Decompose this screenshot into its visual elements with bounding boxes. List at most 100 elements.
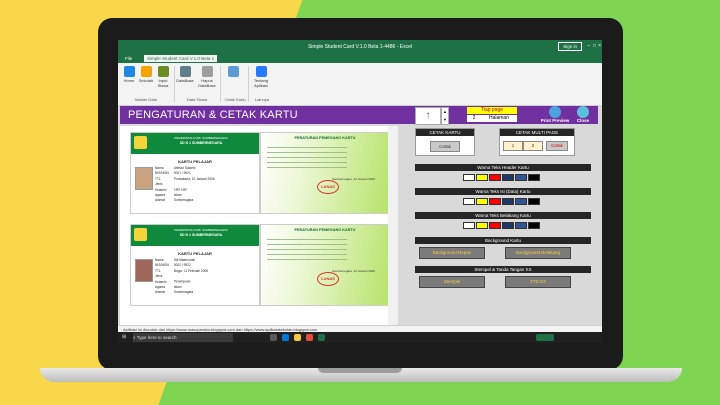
- swatch-white[interactable]: [463, 198, 475, 205]
- worksheet: PENGATURAN & CETAK KARTU ↑ ▲ ▼ Tiap page …: [118, 106, 602, 325]
- ribbon-home-button[interactable]: Home: [120, 66, 138, 83]
- task-view-icon[interactable]: [270, 334, 277, 341]
- laptop-notch: [318, 368, 402, 373]
- swatch-red[interactable]: [489, 174, 501, 181]
- card-preview-area: PEMERINTAH KAB. SUMBERNEGARA SD N 1 SUMB…: [120, 126, 398, 325]
- swatch-navy[interactable]: [502, 174, 514, 181]
- file-explorer-icon[interactable]: [294, 334, 301, 341]
- group-separator: [174, 66, 175, 102]
- swatch-yellow[interactable]: [476, 174, 488, 181]
- page-count: 2 Halaman: [467, 115, 517, 122]
- print-preview-button[interactable]: Print Preview: [540, 106, 570, 123]
- background-belakang-button[interactable]: Background Belakang: [505, 247, 571, 259]
- search-icon: ⌕: [133, 335, 136, 340]
- card-school-line1: PEMERINTAH KAB. SUMBERNEGARA: [174, 136, 228, 140]
- taskbar-search[interactable]: ⌕ Type here to search: [133, 333, 233, 342]
- swatch-red[interactable]: [489, 222, 501, 229]
- ttd-ks-button[interactable]: TTD KS: [505, 276, 571, 288]
- group-label-cetak-kartu: Cetak Kartu: [224, 97, 246, 102]
- card-rows: Nama Ahmad Sulaeni NIS/NISN 0001 / 9921 …: [155, 166, 215, 203]
- card-school-line1: PEMERINTAH KAB. SUMBERNEGARA: [174, 228, 228, 232]
- card-back: PERATURAN PEMEGANG KARTU LUNAS Sumberneg…: [260, 224, 390, 306]
- ribbon-hapus-database-button[interactable]: Hapus DataBase: [198, 66, 216, 88]
- delete-database-icon: [201, 66, 213, 77]
- tab-simple-student-card[interactable]: Simple Student Card V.1.0 Beta 1: [144, 55, 218, 62]
- edge-icon[interactable]: [282, 334, 289, 341]
- cetak-multi-title: CETAK MULTI PAGE: [500, 129, 574, 136]
- vertical-scrollbar[interactable]: [388, 126, 398, 325]
- school-logo-icon: [134, 228, 147, 241]
- multi-from-input[interactable]: 1: [503, 141, 523, 151]
- swatch-black[interactable]: [528, 174, 540, 181]
- card-icon: [227, 66, 239, 77]
- student-photo: [135, 259, 153, 282]
- cetak-button[interactable]: Cetak: [430, 141, 460, 152]
- ribbon-tentang-button[interactable]: Tentang Aplikasi: [252, 66, 270, 88]
- group-label-lainnya: Lainnya: [254, 97, 269, 102]
- database-icon: [179, 66, 191, 77]
- student-icon: [157, 66, 169, 77]
- ribbon-sekolah-button[interactable]: Sekolah: [137, 66, 155, 83]
- settings-panel: CETAK KARTU Cetak CETAK MULTI PAGE 1 2 C…: [415, 126, 591, 325]
- ribbon-input-siswa-button[interactable]: Input Siswa: [154, 66, 172, 88]
- swatch-yellow[interactable]: [476, 198, 488, 205]
- card-front: PEMERINTAH KAB. SUMBERNEGARA SD N 1 SUMB…: [130, 224, 260, 306]
- background-kartu-bar: Background Kartu: [415, 237, 591, 244]
- swatch-blue[interactable]: [515, 222, 527, 229]
- minimize-icon[interactable]: –: [587, 43, 590, 49]
- cetak-multi-box: CETAK MULTI PAGE 1 2 Cetak: [499, 128, 575, 156]
- close-window-icon[interactable]: ×: [598, 43, 601, 49]
- card-back: PERATURAN PEMEGANG KARTU LUNAS Sumberneg…: [260, 132, 390, 214]
- swatch-black[interactable]: [528, 222, 540, 229]
- stamp-lunas: LUNAS: [317, 180, 339, 194]
- stamp-lunas: LUNAS: [317, 272, 339, 286]
- card-title: KARTU PELAJAR: [178, 251, 212, 256]
- card-back-title: PERATURAN PEMEGANG KARTU: [294, 136, 356, 140]
- close-button[interactable]: Close: [571, 106, 595, 123]
- background-depan-button[interactable]: Background Depan: [419, 247, 485, 259]
- group-label-data-siswa: Data Siswa: [186, 97, 208, 102]
- tab-file[interactable]: File: [122, 55, 135, 62]
- ribbon-cetak-kartu-button[interactable]: [224, 66, 242, 78]
- window-title: Simple Student Card V.1.0 Beta 1-4486 - …: [307, 44, 413, 50]
- cetak-multi-button[interactable]: Cetak: [546, 141, 568, 151]
- swatch-navy[interactable]: [502, 222, 514, 229]
- swatch-yellow[interactable]: [476, 222, 488, 229]
- maximize-icon[interactable]: □: [593, 43, 596, 49]
- swatch-blue[interactable]: [515, 198, 527, 205]
- swatch-white[interactable]: [463, 174, 475, 181]
- warna-isi-bar: Warna Teks Isi (Data) Kartu: [415, 188, 591, 195]
- stempel-bar: Stempel & Tanda Tangan KS: [415, 266, 591, 273]
- card-back-title: PERATURAN PEMEGANG KARTU: [294, 228, 356, 232]
- multi-to-input[interactable]: 2: [523, 141, 543, 151]
- page-spinner[interactable]: ▲ ▼: [441, 107, 449, 125]
- swatch-black[interactable]: [528, 198, 540, 205]
- page-title: PENGATURAN & CETAK KARTU: [128, 109, 298, 121]
- ribbon-database-button[interactable]: DataBase: [176, 66, 194, 83]
- taskbar-search-placeholder: Type here to search: [136, 335, 177, 340]
- tray-badge-icon[interactable]: [536, 334, 554, 341]
- signature-text: Sumbernegara, 12 Januari 2020: [331, 177, 376, 181]
- excel-taskbar-icon[interactable]: [318, 334, 325, 341]
- swatch-white[interactable]: [463, 222, 475, 229]
- close-icon: [577, 106, 589, 118]
- chrome-icon[interactable]: [306, 334, 313, 341]
- excel-titlebar: Simple Student Card V.1.0 Beta 1-4486 - …: [118, 40, 602, 53]
- card-school-line2: SD N 1 SUMBERNEGARA: [179, 233, 223, 237]
- warna-belakang-bar: Warna Teks Belakang Kartu: [415, 212, 591, 219]
- info-icon: [255, 66, 267, 77]
- student-photo: [135, 167, 153, 190]
- card-front: PEMERINTAH KAB. SUMBERNEGARA SD N 1 SUMB…: [130, 132, 260, 214]
- page-number[interactable]: 2: [467, 115, 481, 122]
- page-up-button[interactable]: ↑: [415, 107, 441, 125]
- swatch-red[interactable]: [489, 198, 501, 205]
- card-header-band: PEMERINTAH KAB. SUMBERNEGARA SD N 1 SUMB…: [131, 225, 259, 246]
- group-label-master-data: Master Data: [135, 97, 157, 102]
- ribbon-tabs: File Simple Student Card V.1.0 Beta 1: [118, 53, 602, 63]
- page-label: Tiap page: [467, 107, 517, 114]
- swatch-navy[interactable]: [502, 198, 514, 205]
- sign-in-button[interactable]: Sign in: [558, 42, 582, 51]
- stempel-button[interactable]: Stempel: [419, 276, 485, 288]
- swatch-blue[interactable]: [515, 174, 527, 181]
- windows-start-icon[interactable]: ⊞: [122, 334, 126, 340]
